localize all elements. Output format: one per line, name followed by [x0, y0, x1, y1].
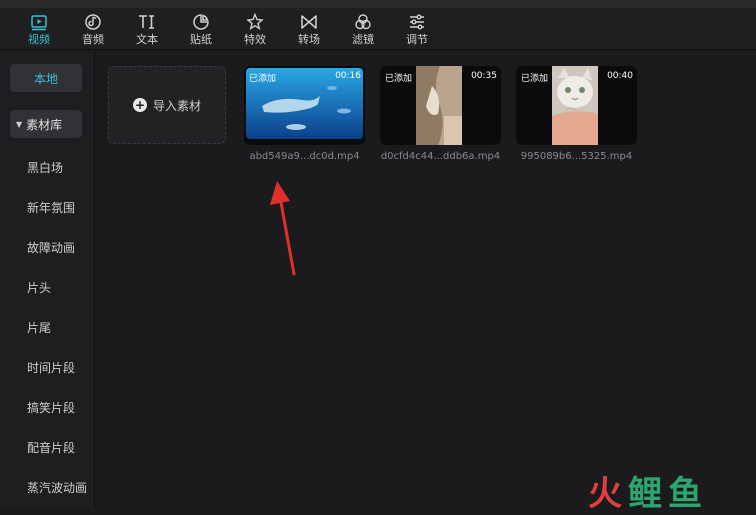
- tab-filter[interactable]: 滤镜: [336, 8, 390, 50]
- plus-icon: +: [132, 98, 147, 112]
- tab-video[interactable]: 视频: [12, 8, 66, 50]
- sidebar-item-time-clips[interactable]: 时间片段: [27, 359, 75, 376]
- caret-down-icon: ▼: [16, 119, 23, 129]
- media-filename: 995089b6...5325.mp4: [520, 151, 633, 162]
- sidebar-item-funny-clips[interactable]: 搞笑片段: [27, 399, 75, 416]
- tab-adjust-label: 调节: [406, 32, 428, 46]
- watermark-part2: 鲤鱼: [628, 474, 708, 514]
- video-play-icon: [31, 14, 47, 30]
- duration-label: 00:40: [607, 71, 633, 81]
- duration-label: 00:16: [335, 71, 361, 81]
- media-card[interactable]: 已添加 00:16 abd549a9...dc0d.mp4: [244, 66, 365, 162]
- tab-transition[interactable]: 转场: [282, 8, 336, 50]
- media-thumbnail[interactable]: 已添加 00:16: [244, 66, 365, 145]
- tab-adjust[interactable]: 调节: [390, 8, 444, 50]
- sidebar-item-new-year[interactable]: 新年氛围: [27, 199, 75, 216]
- media-panel: + 导入素材 已添加 00:16 abd549a9...dc0d.mp4 已添加…: [96, 51, 756, 508]
- sidebar-item-black-white[interactable]: 黑白场: [27, 159, 63, 176]
- three-circles-filter-icon: [355, 13, 371, 29]
- tab-sticker[interactable]: 贴纸: [174, 8, 228, 50]
- tab-effects-label: 特效: [244, 32, 266, 46]
- sidebar-item-vaporwave[interactable]: 蒸汽波动画: [27, 479, 87, 496]
- sidebar-item-intro[interactable]: 片头: [27, 279, 51, 296]
- music-note-icon: [85, 13, 101, 30]
- sidebar-item-dubbing-clips[interactable]: 配音片段: [27, 439, 75, 456]
- media-filename: d0cfd4c44...ddb6a.mp4: [380, 151, 501, 162]
- sliders-adjust-icon: [410, 14, 424, 29]
- sidebar-item-glitch[interactable]: 故障动画: [27, 239, 75, 256]
- media-thumbnail[interactable]: 已添加 00:35: [380, 66, 501, 145]
- import-media-button[interactable]: + 导入素材: [108, 66, 226, 144]
- media-card[interactable]: 已添加 00:40 995089b6...5325.mp4: [516, 66, 637, 162]
- tab-audio-label: 音频: [82, 32, 104, 46]
- bowtie-transition-icon: [301, 14, 317, 29]
- sidebar-item-outro[interactable]: 片尾: [27, 319, 51, 336]
- added-badge: 已添加: [521, 74, 549, 84]
- tab-effects[interactable]: 特效: [228, 8, 282, 50]
- tab-text[interactable]: 文本: [120, 8, 174, 50]
- sparkle-star-icon: [246, 12, 264, 30]
- tab-sticker-label: 贴纸: [190, 32, 212, 46]
- sidebar-library-button[interactable]: ▼ 素材库: [10, 110, 82, 138]
- tab-filter-label: 滤镜: [352, 32, 374, 46]
- tab-text-label: 文本: [136, 32, 158, 46]
- red-annotation-arrow: [270, 181, 296, 276]
- sidebar-local-label: 本地: [33, 71, 58, 86]
- sidebar: 本地 ▼ 素材库 黑白场 新年氛围 故障动画 片头 片尾 时间片段 搞笑片段 配…: [0, 51, 95, 508]
- import-media-label: 导入素材: [152, 98, 201, 113]
- watermark-part1: 火: [588, 474, 628, 514]
- added-badge: 已添加: [385, 74, 413, 84]
- tab-audio[interactable]: 音频: [66, 8, 120, 50]
- tab-transition-label: 转场: [298, 32, 320, 46]
- window-top-strip: [0, 0, 756, 8]
- sidebar-local-button[interactable]: 本地: [10, 64, 82, 92]
- media-filename: abd549a9...dc0d.mp4: [249, 151, 360, 162]
- duration-label: 00:35: [471, 71, 497, 81]
- tab-video-label: 视频: [28, 32, 50, 46]
- sticker-icon: [193, 13, 209, 30]
- toolbar: 视频 音频 文本 贴纸 特效 转场 滤镜 调节: [0, 8, 756, 50]
- media-card[interactable]: 已添加 00:35 d0cfd4c44...ddb6a.mp4: [380, 66, 501, 162]
- added-badge: 已添加: [249, 74, 277, 84]
- sidebar-library-label: 素材库: [26, 117, 63, 132]
- media-thumbnail[interactable]: 已添加 00:40: [516, 66, 637, 145]
- text-ti-icon: [139, 14, 154, 29]
